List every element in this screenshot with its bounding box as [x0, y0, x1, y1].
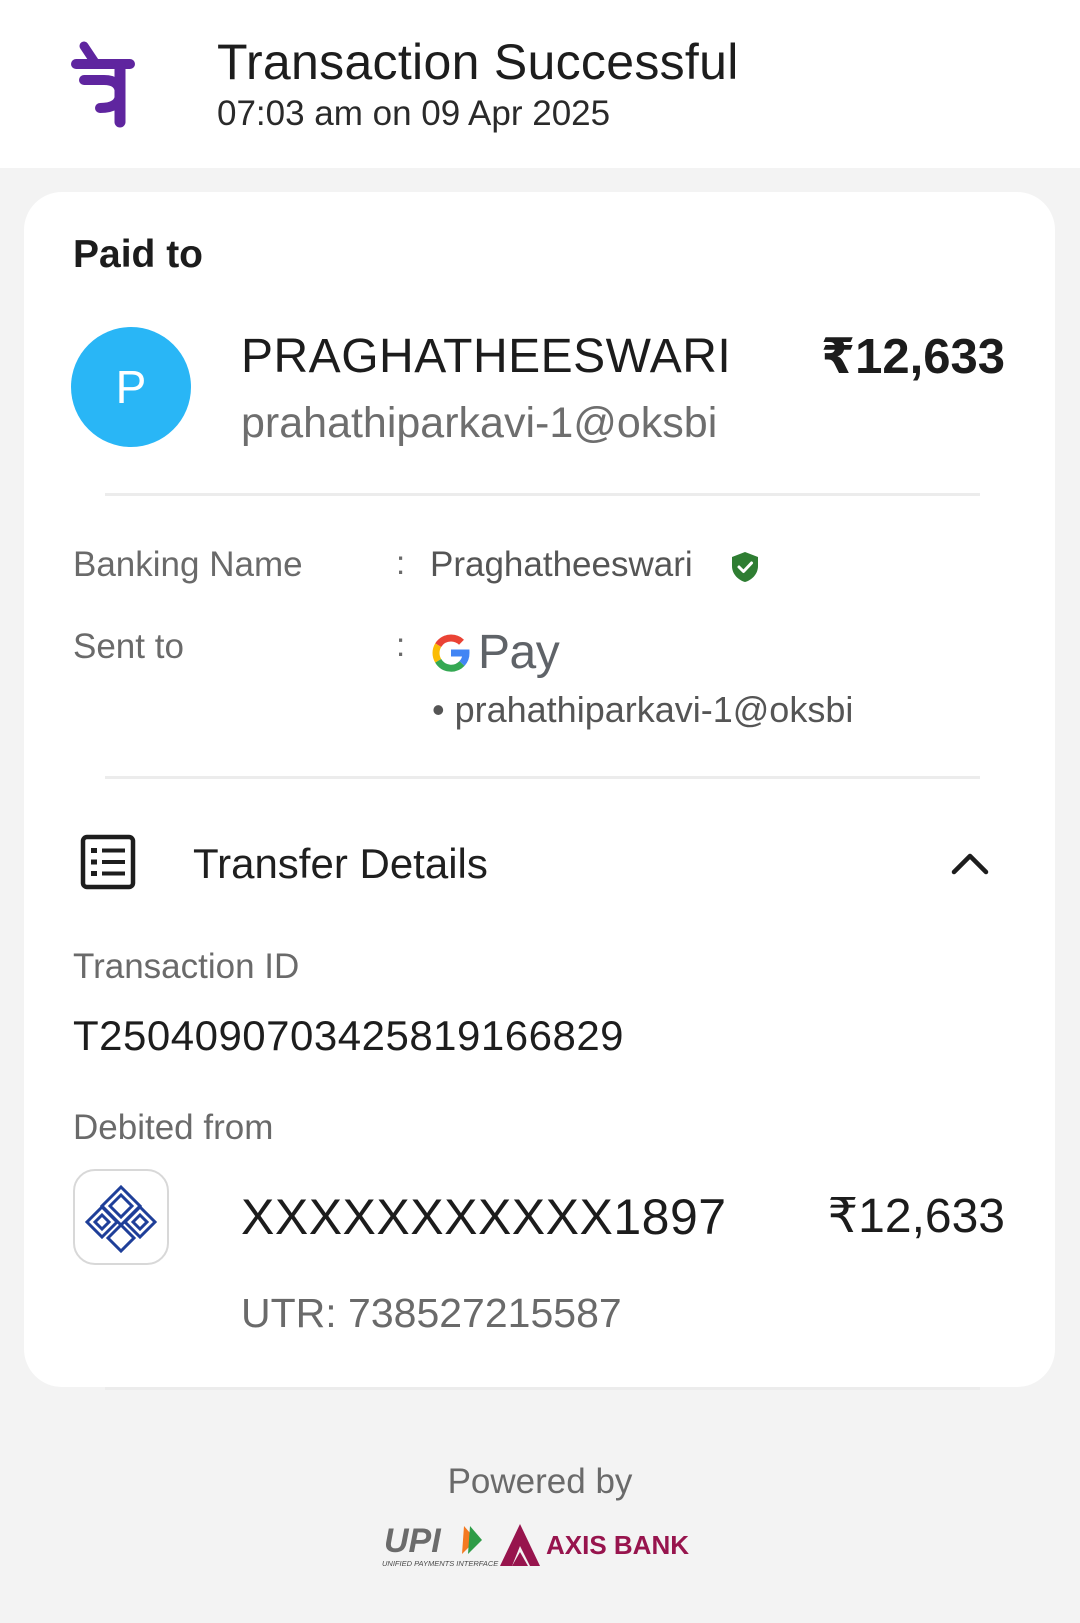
transaction-id-value[interactable]: T2504090703425819166829 — [73, 1010, 624, 1062]
transaction-status-title: Transaction Successful — [217, 34, 739, 90]
gpay-logo: Pay — [430, 626, 560, 679]
gpay-label: Pay — [478, 626, 560, 679]
chevron-up-icon[interactable] — [950, 848, 990, 876]
google-g-icon — [432, 634, 470, 672]
payee-name: PRAGHATHEESWARI — [241, 330, 732, 383]
sent-to-label: Sent to — [73, 627, 184, 666]
upi-axis-logos: UPI UNIFIED PAYMENTS INTERFACE AXIS BANK — [382, 1522, 689, 1568]
utr-number[interactable]: UTR: 738527215587 — [241, 1287, 622, 1339]
header-bar: Transaction Successful 07:03 am on 09 Ap… — [0, 0, 1080, 168]
divider — [105, 776, 980, 779]
phonepe-logo-icon — [71, 41, 135, 128]
upi-logo-text: UPI — [384, 1522, 442, 1560]
divider — [105, 493, 980, 496]
verified-shield-icon — [732, 552, 758, 582]
payee-upi-id: prahathiparkavi-1@oksbi — [241, 399, 718, 447]
transaction-timestamp: 07:03 am on 09 Apr 2025 — [217, 94, 611, 133]
powered-by-label: Powered by — [447, 1462, 633, 1501]
banking-name-label: Banking Name — [73, 545, 303, 584]
divider — [105, 1387, 980, 1390]
debited-from-label: Debited from — [73, 1108, 274, 1147]
avatar: P — [71, 327, 191, 447]
sent-to-upi-id: • prahathiparkavi-1@oksbi — [432, 689, 854, 730]
upi-subtitle-text: UNIFIED PAYMENTS INTERFACE — [382, 1559, 499, 1568]
debited-account-number: XXXXXXXXXXX1897 — [241, 1189, 727, 1245]
colon: : — [396, 626, 406, 663]
transaction-id-label: Transaction ID — [73, 947, 300, 986]
axis-bank-text: AXIS BANK — [546, 1530, 689, 1560]
colon: : — [396, 544, 406, 581]
paid-amount: ₹12,633 — [821, 330, 1005, 384]
bank-logo-icon — [73, 1169, 169, 1265]
transfer-details-title[interactable]: Transfer Details — [193, 838, 488, 890]
banking-name-value: Praghatheeswari — [430, 545, 693, 584]
receipt-list-icon — [80, 834, 136, 890]
debited-amount: ₹12,633 — [827, 1190, 1005, 1243]
paid-to-label: Paid to — [73, 233, 204, 276]
